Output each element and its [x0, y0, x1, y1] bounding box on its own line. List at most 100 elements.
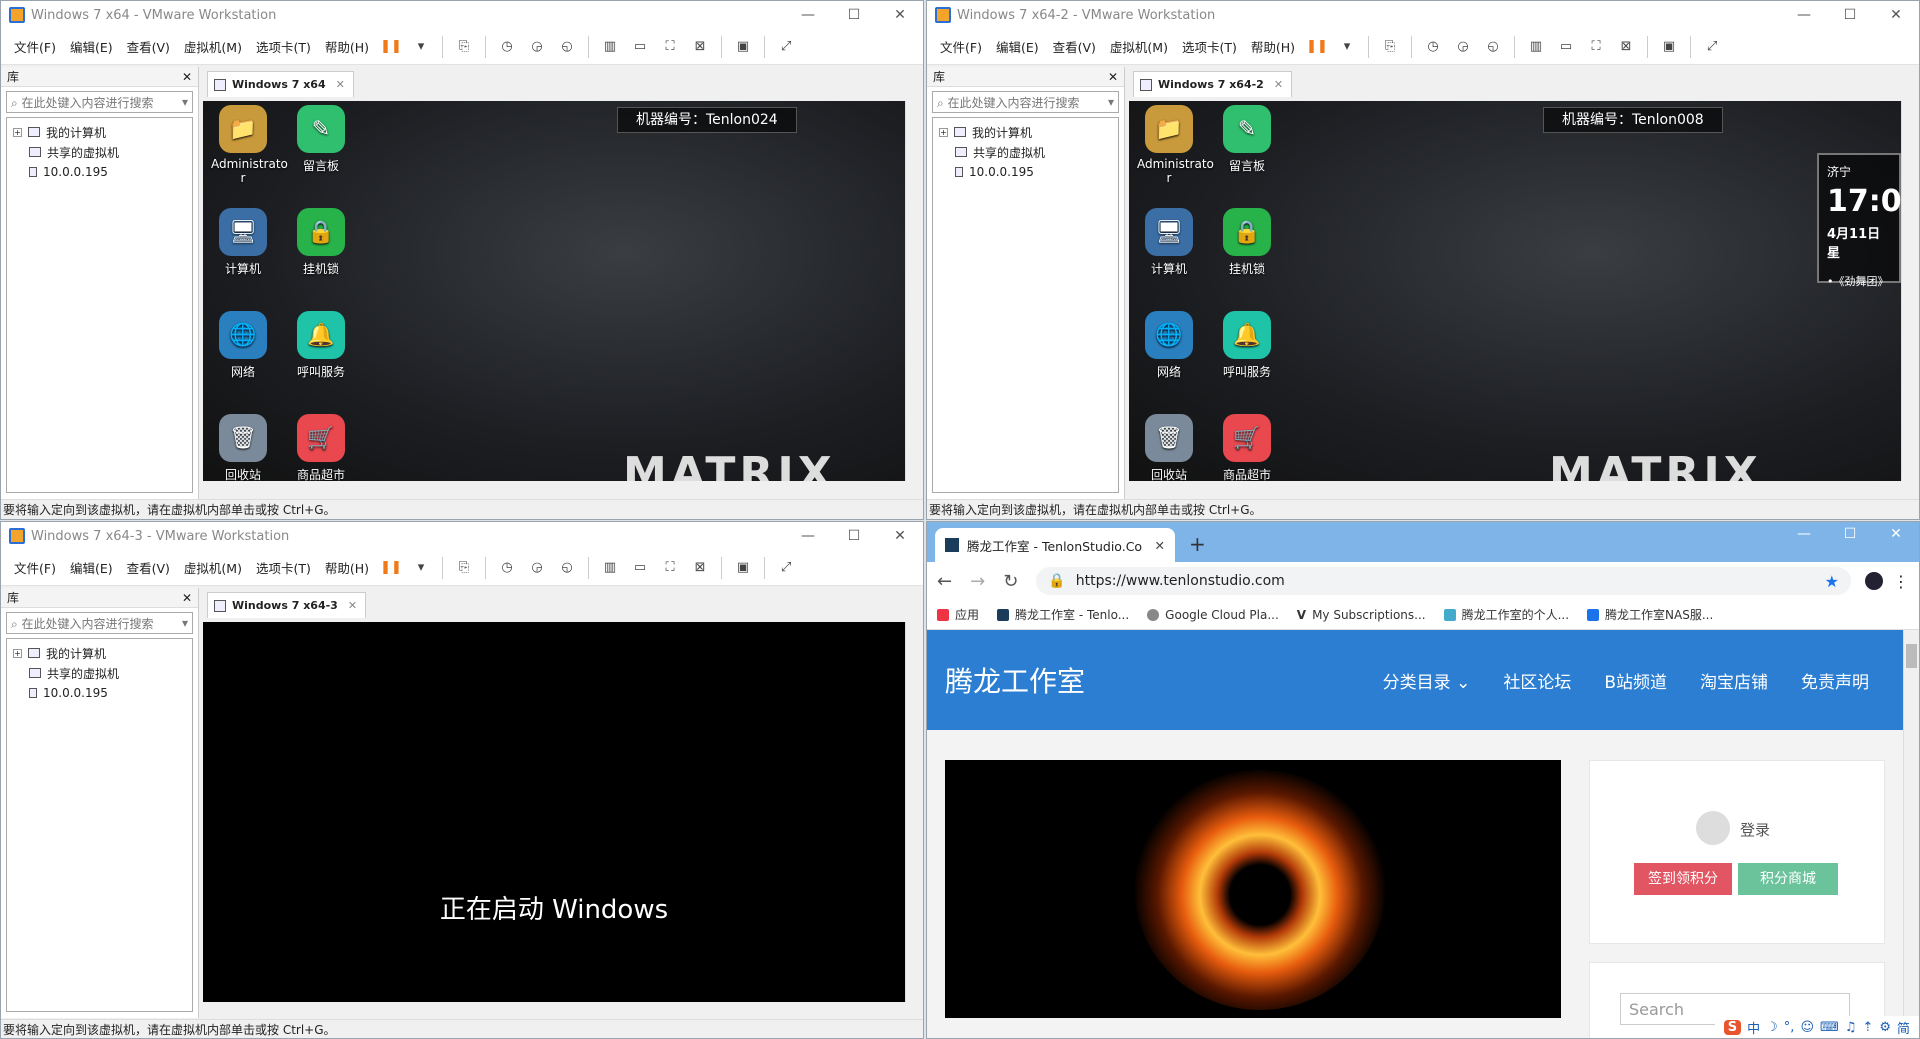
close-button[interactable]: ✕: [877, 522, 923, 550]
voice-icon[interactable]: ♫: [1845, 1020, 1857, 1035]
menu-edit[interactable]: 编辑(E): [70, 37, 113, 56]
send-keys-icon[interactable]: ⎘: [453, 557, 475, 579]
close-button[interactable]: ✕: [877, 1, 923, 29]
ime-mode[interactable]: 中: [1747, 1018, 1760, 1037]
chevron-down-icon[interactable]: ▾: [182, 95, 188, 109]
desktop-shortcut[interactable]: 📁 Administrato r: [211, 105, 288, 185]
tree-item-remote-host[interactable]: 10.0.0.195: [933, 162, 1118, 182]
bookmark-apps[interactable]: 应用: [937, 606, 979, 623]
close-tab-icon[interactable]: ✕: [348, 599, 357, 612]
menu-file[interactable]: 文件(F): [940, 37, 982, 56]
close-library-icon[interactable]: ✕: [1108, 70, 1118, 84]
maximize-button[interactable]: ☐: [831, 522, 877, 550]
nav-bilibili[interactable]: B站频道: [1604, 668, 1667, 693]
close-tab-icon[interactable]: ✕: [1274, 78, 1283, 91]
desktop-shortcut[interactable]: ✎ 留言板: [1215, 105, 1279, 174]
send-keys-icon[interactable]: ⎘: [453, 36, 475, 58]
vm-screen[interactable]: 机器编号：Tenlon024 MATRIX 📁 Administrato r ✎ 留言…: [203, 101, 905, 481]
tree-item-my-computer[interactable]: + 我的计算机: [7, 643, 192, 663]
settings-icon[interactable]: ⚙: [1879, 1020, 1891, 1035]
bookmark-subscriptions[interactable]: V My Subscriptions...: [1297, 608, 1426, 622]
close-library-icon[interactable]: ✕: [182, 70, 192, 84]
nav-categories[interactable]: 分类目录 ⌄: [1383, 668, 1471, 693]
snapshot-icon[interactable]: ◷: [496, 36, 518, 58]
site-title[interactable]: 腾龙工作室: [945, 660, 1085, 700]
library-view-icon[interactable]: ▥: [599, 36, 621, 58]
fullscreen-icon[interactable]: ⛶: [659, 36, 681, 58]
desktop-shortcut[interactable]: 🔒 挂机锁: [1215, 208, 1279, 277]
revert-snapshot-icon[interactable]: ◶: [1452, 36, 1474, 58]
desktop-shortcut[interactable]: 🛒 商品超市: [289, 414, 353, 481]
menu-edit[interactable]: 编辑(E): [996, 37, 1039, 56]
console-icon[interactable]: ▣: [1658, 36, 1680, 58]
keyboard-icon[interactable]: ⌨: [1820, 1020, 1839, 1035]
vmware-window-3[interactable]: Windows 7 x64-3 - VMware Workstation — ☐ ✕…: [0, 521, 924, 1039]
back-icon[interactable]: ←: [937, 571, 952, 592]
titlebar[interactable]: Windows 7 x64-2 - VMware Workstation — ☐ ✕: [927, 1, 1919, 29]
checkin-button[interactable]: 签到领积分: [1634, 863, 1732, 895]
pause-icon[interactable]: ❚❚: [380, 36, 402, 58]
tree-item-remote-host[interactable]: 10.0.0.195: [7, 162, 192, 182]
library-view-icon[interactable]: ▥: [1525, 36, 1547, 58]
snapshot-manager-icon[interactable]: ◵: [1482, 36, 1504, 58]
bookmark-tenlon[interactable]: 腾龙工作室 - Tenlo...: [997, 606, 1129, 623]
menu-vm[interactable]: 虚拟机(M): [1110, 37, 1168, 56]
pause-icon[interactable]: ❚❚: [380, 557, 402, 579]
menu-vm[interactable]: 虚拟机(M): [184, 558, 242, 577]
dropdown-icon[interactable]: ▾: [410, 557, 432, 579]
expand-icon[interactable]: +: [13, 127, 22, 137]
library-search-input[interactable]: ⌕ 在此处键入内容进行搜索 ▾: [932, 91, 1119, 113]
snapshot-manager-icon[interactable]: ◵: [556, 557, 578, 579]
titlebar[interactable]: Windows 7 x64-3 - VMware Workstation — ☐ ✕: [1, 522, 923, 550]
horizontal-scrollbar[interactable]: [203, 1002, 905, 1018]
library-search-input[interactable]: ⌕ 在此处键入内容进行搜索 ▾: [6, 91, 193, 113]
tree-item-my-computer[interactable]: + 我的计算机: [933, 122, 1118, 142]
menu-kebab-icon[interactable]: ⋮: [1893, 572, 1909, 591]
close-tab-icon[interactable]: ✕: [1155, 538, 1165, 553]
tree-item-shared-vms[interactable]: 共享的虚拟机: [933, 142, 1118, 162]
close-library-icon[interactable]: ✕: [182, 591, 192, 605]
sogou-icon[interactable]: S: [1723, 1019, 1742, 1035]
desktop-shortcut[interactable]: 🗑 回收站: [1137, 414, 1201, 481]
menu-view[interactable]: 查看(V): [127, 37, 170, 56]
desktop-shortcut[interactable]: 📁 Administrato r: [1137, 105, 1214, 185]
library-view-icon[interactable]: ▥: [599, 557, 621, 579]
console-icon[interactable]: ▣: [732, 557, 754, 579]
desktop-shortcut[interactable]: 🖥 计算机: [1137, 208, 1201, 277]
expand-icon[interactable]: +: [939, 127, 948, 137]
thumbnail-view-icon[interactable]: ▭: [629, 36, 651, 58]
unity-icon[interactable]: ⊠: [689, 36, 711, 58]
page-scrollbar[interactable]: [1903, 630, 1919, 1038]
menu-help[interactable]: 帮助(H): [325, 37, 369, 56]
bookmark-nas[interactable]: 腾龙工作室NAS服...: [1587, 606, 1713, 623]
simplified-icon[interactable]: 简: [1897, 1018, 1910, 1037]
desktop-shortcut[interactable]: 🔔 呼叫服务: [289, 311, 353, 380]
chevron-down-icon[interactable]: ▾: [182, 616, 188, 630]
nav-disclaimer[interactable]: 免责声明: [1801, 668, 1869, 693]
titlebar[interactable]: Windows 7 x64 - VMware Workstation — ☐ ✕: [1, 1, 923, 29]
unity-icon[interactable]: ⊠: [689, 557, 711, 579]
desktop-shortcut[interactable]: 🔒 挂机锁: [289, 208, 353, 277]
library-search-input[interactable]: ⌕ 在此处键入内容进行搜索 ▾: [6, 612, 193, 634]
console-icon[interactable]: ▣: [732, 36, 754, 58]
minimize-button[interactable]: —: [785, 522, 831, 550]
menu-tabs[interactable]: 选项卡(T): [256, 37, 311, 56]
fullscreen-icon[interactable]: ⛶: [659, 557, 681, 579]
close-button[interactable]: ✕: [1873, 1, 1919, 29]
vertical-scrollbar[interactable]: [905, 101, 921, 481]
thumbnail-view-icon[interactable]: ▭: [1555, 36, 1577, 58]
menu-vm[interactable]: 虚拟机(M): [184, 37, 242, 56]
bookmark-bilibili[interactable]: 腾龙工作室的个人...: [1443, 606, 1569, 623]
vm-screen-booting[interactable]: 正在启动 Windows: [203, 622, 905, 1002]
fullscreen-icon[interactable]: ⛶: [1585, 36, 1607, 58]
share-icon[interactable]: ⇡: [1862, 1020, 1873, 1035]
menu-file[interactable]: 文件(F): [14, 558, 56, 577]
vmware-window-1[interactable]: Windows 7 x64 - VMware Workstation — ☐ ✕ 文…: [0, 0, 924, 520]
stretch-icon[interactable]: ⤢: [775, 36, 797, 58]
desktop-shortcut[interactable]: 🌐 网络: [211, 311, 275, 380]
desktop-shortcut[interactable]: 🖥 计算机: [211, 208, 275, 277]
maximize-button[interactable]: ☐: [1827, 1, 1873, 29]
punctuation-icon[interactable]: °,: [1784, 1020, 1795, 1035]
expand-icon[interactable]: +: [13, 648, 22, 658]
minimize-button[interactable]: —: [1781, 1, 1827, 29]
